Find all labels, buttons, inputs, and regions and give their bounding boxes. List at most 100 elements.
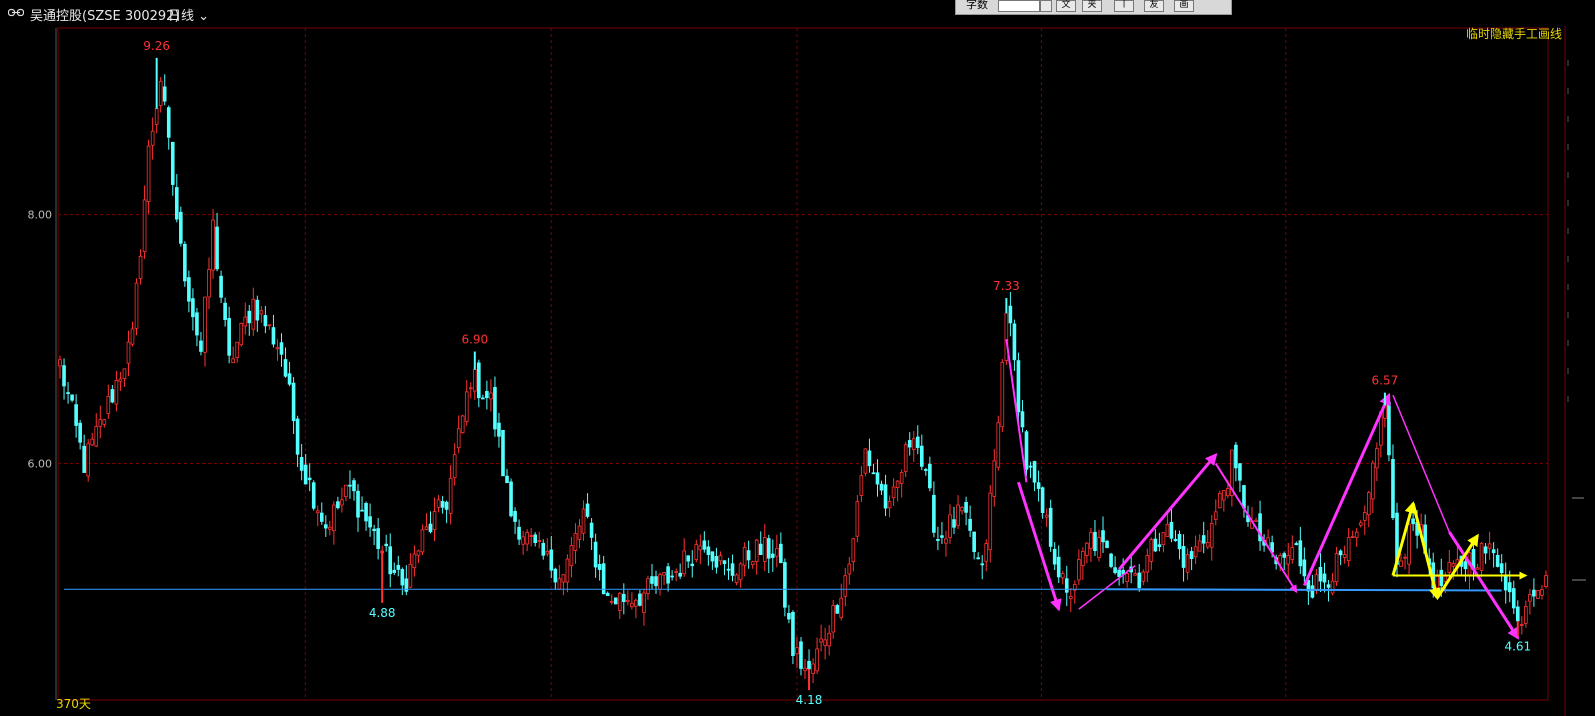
toolbar-button-4[interactable]: 友 xyxy=(1144,0,1164,12)
candle-body xyxy=(573,533,578,551)
candle-body xyxy=(239,323,244,346)
hide-drawn-lines-toggle[interactable]: 临时隐藏手工画线 xyxy=(1466,25,1562,42)
candle-body xyxy=(549,549,554,571)
candle-body xyxy=(1189,551,1194,560)
candle-body xyxy=(561,574,566,583)
candle-body xyxy=(287,373,292,385)
candle-body xyxy=(1165,523,1170,537)
candlestick-chart: 8.00 6.00 9.26 4.88 6.90 4.18 7.33 6.57 4.61 37… xyxy=(28,27,1549,711)
candle-body xyxy=(634,599,638,607)
candle-body xyxy=(215,226,219,270)
candle-body xyxy=(1362,512,1367,521)
candle-body xyxy=(1334,553,1339,583)
candle-body xyxy=(303,464,308,485)
candle-body xyxy=(621,593,626,603)
candle-body xyxy=(968,518,972,531)
candle-body xyxy=(1544,575,1548,587)
magenta-trend-line xyxy=(1448,531,1520,640)
manual-drawn-lines xyxy=(64,338,1528,640)
candle-body xyxy=(231,358,235,364)
candle-body xyxy=(859,475,864,496)
candle-body xyxy=(903,444,908,472)
candle-body xyxy=(585,503,590,517)
candle-body xyxy=(1117,569,1121,577)
candle-body xyxy=(126,341,131,364)
candle-body xyxy=(509,481,513,517)
candle-body xyxy=(1197,540,1202,552)
candle-body xyxy=(1310,585,1315,598)
candle-body xyxy=(533,534,538,544)
candle-body xyxy=(255,299,260,321)
candle-body xyxy=(1242,485,1246,509)
candle-body xyxy=(815,648,819,672)
candle-body xyxy=(1004,312,1009,361)
candle-body xyxy=(1205,542,1210,548)
candle-body xyxy=(340,499,344,506)
candle-body xyxy=(1503,574,1508,591)
candle-body xyxy=(1330,580,1335,594)
candle-body xyxy=(275,347,280,350)
candle-body xyxy=(887,501,892,509)
candle-body xyxy=(714,556,719,568)
candle-body xyxy=(86,443,91,477)
candle-body xyxy=(915,436,920,448)
font-size-input[interactable] xyxy=(998,0,1040,12)
candle-body xyxy=(1403,556,1407,559)
candle-body xyxy=(1411,518,1415,525)
candle-body xyxy=(150,130,155,146)
candle-body xyxy=(1222,490,1226,501)
candle-body xyxy=(1540,589,1544,596)
candle-body xyxy=(589,522,594,538)
candle-body xyxy=(1036,482,1041,489)
price-label-high: 7.33 xyxy=(993,279,1020,293)
toolbar-button-2[interactable]: 夹 xyxy=(1082,0,1102,12)
candle-body xyxy=(734,574,739,583)
candle-body xyxy=(1040,487,1045,514)
candle-body xyxy=(440,501,445,508)
candle-body xyxy=(569,545,574,567)
candle-body xyxy=(1238,463,1242,481)
candle-body xyxy=(1193,546,1198,558)
candle-body xyxy=(360,509,364,512)
link-icon[interactable] xyxy=(8,8,24,17)
candle-body xyxy=(670,575,674,578)
toolbar-button-1[interactable]: 文 xyxy=(1056,0,1076,12)
candle-body xyxy=(1451,563,1456,567)
candle-body xyxy=(1524,606,1528,624)
candle-body xyxy=(408,563,413,588)
candle-body xyxy=(74,404,78,426)
candle-body xyxy=(82,445,86,473)
candle-body xyxy=(118,378,123,382)
toolbar-button-3[interactable]: ㅣ xyxy=(1114,0,1134,12)
candle-body xyxy=(114,380,119,405)
price-label-low: 4.88 xyxy=(369,606,396,620)
candle-body xyxy=(1314,574,1319,591)
magenta-trend-line xyxy=(1214,463,1298,594)
candle-body xyxy=(875,472,880,485)
candle-body xyxy=(444,501,449,510)
candle-body xyxy=(279,342,284,355)
candle-body xyxy=(1507,582,1512,593)
candle-body xyxy=(187,277,191,302)
candle-body xyxy=(1024,431,1029,470)
candle-body xyxy=(924,469,928,471)
candle-body xyxy=(851,538,856,563)
candle-body xyxy=(754,539,759,563)
candle-body xyxy=(158,80,163,106)
candle-body xyxy=(1145,555,1150,573)
candle-body xyxy=(766,538,771,559)
candle-body xyxy=(521,536,525,545)
candle-body xyxy=(452,454,457,478)
period-selector[interactable]: 日线 ⌄ xyxy=(168,5,209,24)
candle-body xyxy=(1044,514,1049,518)
toolbar-button-5[interactable]: 画 xyxy=(1174,0,1194,12)
candle-body xyxy=(1483,546,1488,554)
candle-body xyxy=(400,569,405,586)
candle-body xyxy=(1137,572,1142,588)
candle-body xyxy=(211,219,215,271)
candle-body xyxy=(1097,537,1101,559)
candle-body xyxy=(952,519,956,528)
candle-body xyxy=(686,555,691,562)
candle-body xyxy=(996,422,1001,468)
spinner-button[interactable] xyxy=(1040,0,1052,12)
